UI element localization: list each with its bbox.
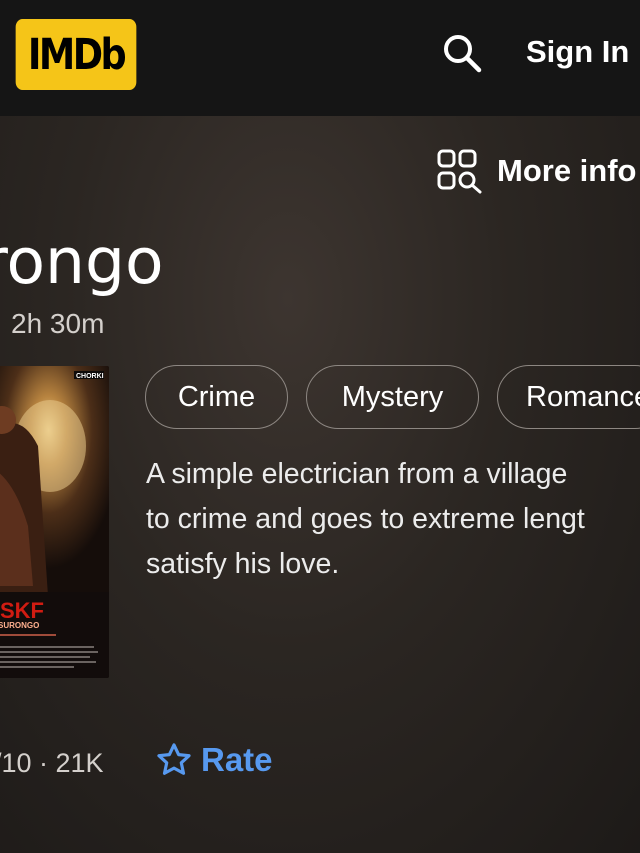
rate-button[interactable]: Rate: [155, 741, 273, 779]
more-info-icon: [437, 149, 482, 194]
svg-text:CHORKI: CHORKI: [76, 373, 104, 380]
sign-in-button[interactable]: Sign In: [526, 32, 629, 72]
genre-chip-mystery[interactable]: Mystery: [306, 365, 479, 429]
movie-title: rongo: [0, 225, 164, 298]
more-info-button[interactable]: More info: [436, 148, 637, 194]
search-icon[interactable]: [440, 31, 484, 75]
imdb-rating[interactable]: /10 · 21K: [0, 743, 104, 783]
star-outline-icon: [157, 743, 191, 775]
movie-runtime: 2h 30m: [11, 308, 105, 339]
genre-chip-romance[interactable]: Romance: [497, 365, 640, 429]
more-info-label: More info: [497, 153, 637, 188]
plot-description[interactable]: A simple electrician from a village to c…: [146, 452, 626, 587]
genre-chip-crime[interactable]: Crime: [145, 365, 288, 429]
plot-line: to crime and goes to extreme lengt: [146, 503, 585, 535]
plot-line: satisfy his love.: [146, 548, 340, 580]
rate-label: Rate: [201, 741, 273, 778]
top-navigation-bar: IMDb Sign In: [0, 0, 640, 116]
svg-text:SURONGO: SURONGO: [0, 621, 39, 630]
imdb-logo[interactable]: IMDb: [15, 19, 137, 90]
svg-text:SKF: SKF: [0, 598, 44, 623]
poster-artwork: SKF CHORKI SURONGO: [0, 366, 109, 678]
movie-poster[interactable]: SKF CHORKI SURONGO: [0, 366, 109, 678]
plot-line: A simple electrician from a village: [146, 458, 568, 490]
